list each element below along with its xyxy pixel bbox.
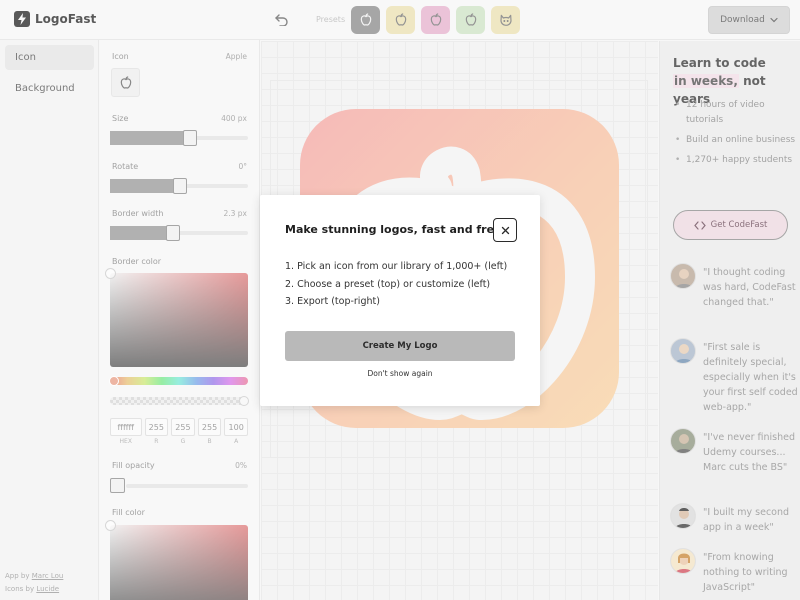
dialog-step: 1. Pick an icon from our library of 1,00… <box>285 261 508 272</box>
close-icon <box>501 226 509 234</box>
dialog-step: 3. Export (top-right) <box>285 296 380 307</box>
welcome-dialog: Make stunning logos, fast and free! 1. P… <box>260 195 540 406</box>
dialog-title: Make stunning logos, fast and free! <box>285 223 507 236</box>
dont-show-again-link[interactable]: Don't show again <box>260 369 540 378</box>
create-logo-button[interactable]: Create My Logo <box>285 331 515 361</box>
dialog-steps: 1. Pick an icon from our library of 1,00… <box>285 261 507 314</box>
dialog-step: 2. Choose a preset (top) or customize (l… <box>285 278 491 290</box>
close-button[interactable] <box>493 218 517 242</box>
